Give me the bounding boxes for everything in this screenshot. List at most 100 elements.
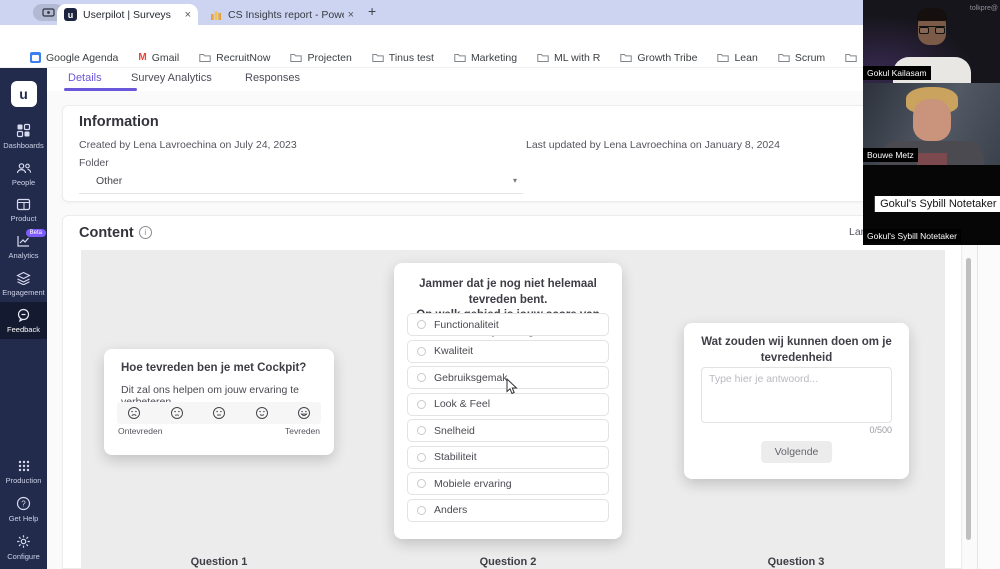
folder-icon <box>372 53 384 63</box>
vertical-scrollbar[interactable] <box>966 258 971 540</box>
folder-icon <box>717 53 729 63</box>
question2-title-line1: Jammer dat je nog niet helemaal tevreden… <box>419 278 597 306</box>
emoji-slightly-frowning-face-icon[interactable] <box>170 406 184 420</box>
bookmark-label: Marketing <box>471 52 517 64</box>
option-mobiele-ervaring[interactable]: Mobiele ervaring <box>407 472 609 495</box>
info-icon[interactable]: i <box>139 226 152 239</box>
option-stabiliteit[interactable]: Stabiliteit <box>407 446 609 469</box>
bookmark-lean[interactable]: Lean <box>717 52 757 64</box>
video-tile-notetaker[interactable]: Gokul's Sybill Notetaker Gokul's Sybill … <box>863 165 1000 245</box>
participant-silhouette <box>917 8 947 21</box>
sidebar-item-label: Dashboards <box>3 141 43 150</box>
close-tab-icon[interactable]: × <box>185 9 191 21</box>
feedback-bubble-icon <box>16 308 31 322</box>
bookmark-label: Projecten <box>307 52 351 64</box>
folder-value: Other <box>96 175 122 187</box>
product-icon <box>16 198 31 211</box>
radio-icon <box>417 479 426 488</box>
sidebar-item-label: Analytics <box>8 251 38 260</box>
sidebar-item-people[interactable]: People <box>0 155 47 192</box>
video-call-panel: tolkpre@ Gokul Kailasam Bouwe Metz Gokul… <box>863 0 1000 245</box>
gmail-icon: M <box>138 52 146 63</box>
participant-name: Bouwe Metz <box>863 148 918 162</box>
mouse-cursor <box>506 378 518 395</box>
userpilot-logo[interactable]: u <box>11 81 37 107</box>
sidebar-item-feedback[interactable]: Feedback <box>0 302 47 339</box>
sidebar-item-analytics[interactable]: Beta Analytics <box>0 228 47 265</box>
char-counter: 0/500 <box>869 425 892 435</box>
bookmark-scrum[interactable]: Scrum <box>778 52 825 64</box>
tab-details[interactable]: Details <box>68 72 102 84</box>
updated-by-text: Last updated by Lena Lavroechina on Janu… <box>526 139 780 151</box>
folder-icon <box>537 53 549 63</box>
page-tabs: Details Survey Analytics Responses <box>47 68 977 91</box>
bookmark-label: Growth Tribe <box>637 52 697 64</box>
question1-label: Question 1 <box>191 556 248 568</box>
emoji-grinning-face-icon[interactable] <box>297 406 311 420</box>
question3-card: Wat zouden wij kunnen doen om je tevrede… <box>684 323 909 479</box>
folder-icon <box>778 53 790 63</box>
emoji-slightly-smiling-face-icon[interactable] <box>255 406 269 420</box>
tab-survey-analytics[interactable]: Survey Analytics <box>131 72 212 84</box>
production-grid-icon <box>17 459 31 473</box>
bookmark-tinus-test[interactable]: Tinus test <box>372 52 434 64</box>
sidebar-item-production[interactable]: Production <box>0 453 47 490</box>
folder-icon <box>454 53 466 63</box>
bookmark-projecten[interactable]: Projecten <box>290 52 351 64</box>
option-kwaliteit[interactable]: Kwaliteit <box>407 340 609 363</box>
question3-title-line1: Wat zouden wij kunnen doen om je tevrede… <box>701 336 892 364</box>
sidebar-item-product[interactable]: Product <box>0 192 47 228</box>
bookmark-recruitnow[interactable]: RecruitNow <box>199 52 270 64</box>
sidebar-item-dashboards[interactable]: Dashboards <box>0 117 47 155</box>
screen: u Userpilot | Surveys × CS Insights repo… <box>0 0 1000 569</box>
tab-responses[interactable]: Responses <box>245 72 300 84</box>
bookmark-google-agenda[interactable]: Google Agenda <box>30 52 118 64</box>
sidebar-item-configure[interactable]: Configure <box>0 528 47 569</box>
powerbi-favicon <box>210 9 222 21</box>
bookmark-gmail[interactable]: MGmail <box>138 52 179 64</box>
video-tile-gokul[interactable]: tolkpre@ Gokul Kailasam <box>863 0 1000 83</box>
sidebar-item-get-help[interactable]: ? Get Help <box>0 490 47 528</box>
bookmark-ml-with-r[interactable]: ML with R <box>537 52 600 64</box>
answer-textarea[interactable] <box>701 367 892 423</box>
calendar-icon <box>30 52 41 63</box>
video-tile-bouwe[interactable]: Bouwe Metz <box>863 83 1000 165</box>
scale-left-label: Ontevreden <box>118 426 162 436</box>
option-label: Stabiliteit <box>434 451 477 463</box>
new-tab-button[interactable]: + <box>368 3 376 19</box>
emoji-frowning-face-icon[interactable] <box>127 406 141 420</box>
sidebar-item-label: Feedback <box>7 325 40 334</box>
volgende-button[interactable]: Volgende <box>761 441 833 463</box>
bookmark-label: Tinus test <box>389 52 434 64</box>
sidebar-item-engagement[interactable]: Engagement <box>0 265 47 302</box>
folder-select[interactable]: Other ▾ <box>79 168 523 194</box>
tab-title: Userpilot | Surveys <box>83 9 181 21</box>
option-anders[interactable]: Anders <box>407 499 609 522</box>
watermark-text: tolkpre@ <box>970 5 998 12</box>
tab-userpilot-surveys[interactable]: u Userpilot | Surveys × <box>57 4 198 25</box>
bookmark-label: Google Agenda <box>46 52 118 64</box>
tab-powerbi-report[interactable]: CS Insights report - Power BI × <box>203 4 361 25</box>
radio-icon <box>417 347 426 356</box>
sidebar-item-label: Product <box>11 214 37 223</box>
question1-card: Hoe tevreden ben je met Cockpit? Dit zal… <box>104 349 334 455</box>
option-functionaliteit[interactable]: Functionaliteit <box>407 313 609 336</box>
emoji-neutral-face-icon[interactable] <box>212 406 226 420</box>
participant-silhouette <box>913 99 951 141</box>
gear-icon <box>16 534 31 549</box>
sidebar-item-label: Engagement <box>2 288 45 297</box>
bookmark-label: ML with R <box>554 52 600 64</box>
monitor-icon <box>42 8 55 18</box>
bookmark-marketing[interactable]: Marketing <box>454 52 517 64</box>
radio-icon <box>417 320 426 329</box>
survey-preview-canvas: Hoe tevreden ben je met Cockpit? Dit zal… <box>81 250 945 569</box>
close-tab-icon[interactable]: × <box>348 9 354 21</box>
option-look-feel[interactable]: Look & Feel <box>407 393 609 416</box>
browser-tab-strip: u Userpilot | Surveys × CS Insights repo… <box>0 0 977 25</box>
bookmark-growth-tribe[interactable]: Growth Tribe <box>620 52 697 64</box>
information-title: Information <box>79 114 159 130</box>
tab-title: CS Insights report - Power BI <box>228 9 344 21</box>
option-snelheid[interactable]: Snelheid <box>407 419 609 442</box>
information-card: Information Created by Lena Lavroechina … <box>62 105 962 202</box>
dashboards-icon <box>16 123 31 138</box>
